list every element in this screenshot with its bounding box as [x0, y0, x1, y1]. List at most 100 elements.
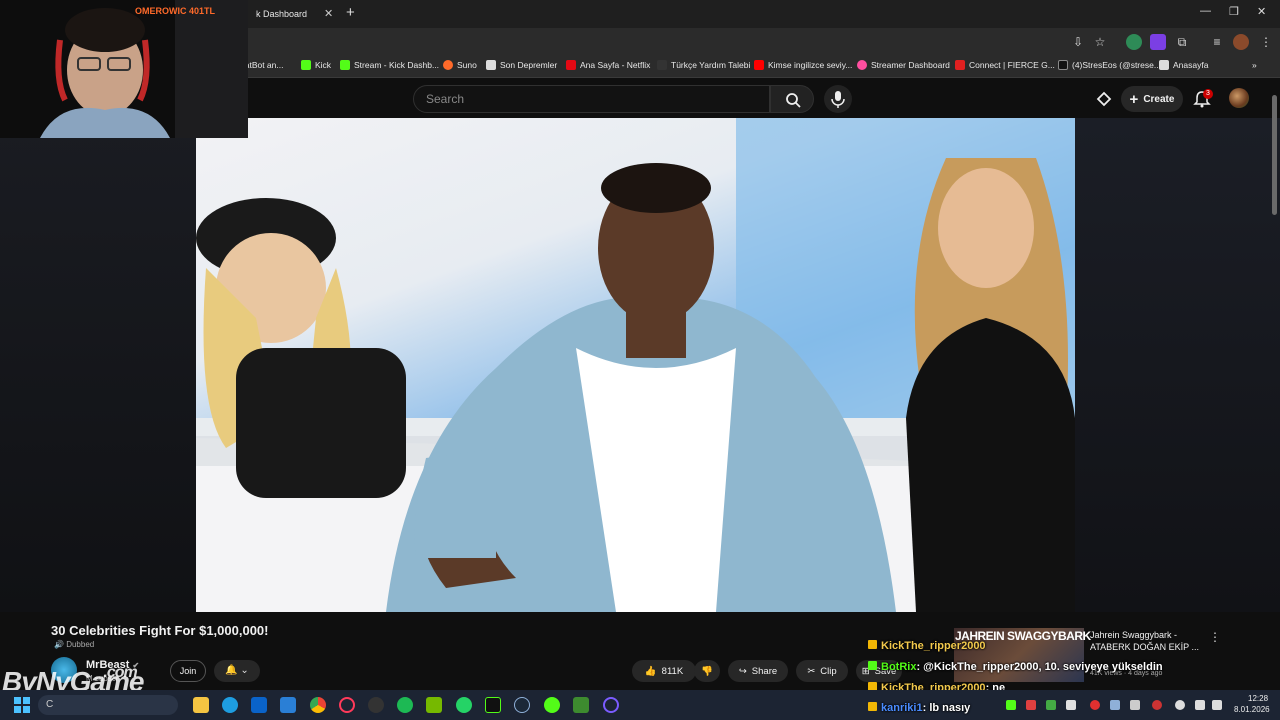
cast-icon[interactable] — [1096, 91, 1112, 112]
chrome-icon[interactable] — [310, 697, 326, 713]
audio-track-icon: 🔊 — [54, 640, 64, 649]
streamlabs-icon[interactable] — [485, 697, 501, 713]
chat-badge-icon — [868, 661, 877, 670]
puzzle-icon[interactable]: ⧉ — [1174, 34, 1190, 50]
tiktok-icon — [1058, 60, 1068, 70]
bookmark-item[interactable]: Kick — [301, 60, 331, 70]
create-button[interactable]: + Create — [1121, 86, 1183, 112]
minecraft-icon[interactable] — [573, 697, 589, 713]
windows-start-icon[interactable] — [14, 697, 30, 713]
bookmark-star-icon[interactable]: ☆ — [1092, 34, 1108, 50]
extension-icon[interactable] — [1126, 34, 1142, 50]
streamer-name-label: OMEROWIC 401TL — [135, 6, 216, 16]
tray-icon[interactable] — [1026, 700, 1036, 710]
share-icon: ↪ — [738, 665, 747, 677]
bookmark-item[interactable]: Streamer Dashboard — [857, 60, 950, 70]
ambient-background-left — [0, 118, 196, 612]
tab-label: k Dashboard — [256, 9, 308, 19]
more-options-icon[interactable]: ⋮ — [1209, 630, 1221, 644]
taskbar-search[interactable]: C — [38, 695, 178, 715]
edge-icon[interactable] — [222, 697, 238, 713]
tray-icon[interactable] — [1110, 700, 1120, 710]
subscription-bell-button[interactable]: 🔔 ⌄ — [214, 660, 260, 682]
share-button[interactable]: ↪ Share — [728, 660, 788, 682]
bookmark-item[interactable]: Connect | FIERCE G... — [955, 60, 1055, 70]
file-explorer-icon[interactable] — [193, 697, 209, 713]
tray-icon[interactable] — [1066, 700, 1076, 710]
page-scrollbar[interactable] — [1272, 95, 1277, 215]
bookmark-item[interactable]: Suno — [443, 60, 477, 70]
like-count: 811K — [661, 665, 684, 677]
bookmark-item[interactable]: Son Depremler — [486, 60, 557, 70]
install-icon[interactable]: ⇩ — [1070, 34, 1086, 50]
extension-icon[interactable] — [1150, 34, 1166, 50]
app-icon[interactable] — [603, 697, 619, 713]
fierce-icon — [955, 60, 965, 70]
bookmark-item[interactable]: Türkçe Yardım Talebi — [657, 60, 750, 70]
page-icon — [657, 60, 667, 70]
spotify-icon[interactable] — [397, 697, 413, 713]
bookmark-item[interactable]: Anasayfa — [1159, 60, 1208, 70]
close-window-icon[interactable]: ✕ — [1257, 5, 1266, 18]
page-icon — [486, 60, 496, 70]
suno-icon — [443, 60, 453, 70]
store-icon[interactable] — [251, 697, 267, 713]
obs-icon[interactable] — [368, 697, 384, 713]
tab-active[interactable]: k Dashboard ✕ — [240, 2, 340, 28]
recommended-title[interactable]: Jahrein Swaggybark - ATABERK DOĞAN EKİP … — [1090, 629, 1210, 653]
maximize-icon[interactable]: ❐ — [1229, 5, 1239, 18]
webcam-overlay — [0, 0, 248, 138]
kick-icon — [301, 60, 311, 70]
search-input[interactable]: Search — [413, 85, 770, 113]
clock-time[interactable]: 12:28 — [1248, 694, 1268, 703]
bookmark-item[interactable]: Stream - Kick Dashb... — [340, 60, 439, 70]
tray-icon[interactable] — [1130, 700, 1140, 710]
search-button[interactable] — [770, 85, 814, 113]
chevron-down-icon: ⌄ — [240, 665, 249, 676]
tab-close-icon[interactable]: ✕ — [324, 2, 333, 26]
home-icon — [1159, 60, 1169, 70]
dislike-button[interactable]: 👎 — [694, 660, 720, 682]
plus-icon: + — [1129, 90, 1139, 108]
profile-avatar[interactable] — [1233, 34, 1249, 50]
account-avatar[interactable] — [1229, 88, 1249, 108]
chat-message: KickThe_ripper2000 — [868, 640, 986, 652]
video-frame-image — [196, 118, 1075, 612]
like-button[interactable]: 👍 811K — [632, 660, 696, 682]
tray-icon[interactable] — [1090, 700, 1100, 710]
kick-app-icon[interactable] — [544, 697, 560, 713]
dashboard-icon — [857, 60, 867, 70]
chat-message: kanriki1: lb nasıy — [868, 702, 970, 714]
menu-icon[interactable]: ⋮ — [1258, 34, 1274, 50]
minimize-icon[interactable]: — — [1200, 5, 1211, 17]
webcam-feed — [0, 0, 248, 138]
volume-icon[interactable] — [1212, 700, 1222, 710]
outlook-icon[interactable] — [280, 697, 296, 713]
tray-icon[interactable] — [1046, 700, 1056, 710]
bookmark-item[interactable]: Kimse ingilizce seviy... — [754, 60, 852, 70]
microphone-icon[interactable] — [1175, 700, 1185, 710]
chat-badge-icon — [868, 640, 877, 649]
voice-search-button[interactable] — [824, 85, 852, 113]
steam-icon[interactable] — [514, 697, 530, 713]
clip-button[interactable]: ✂ Clip — [796, 660, 848, 682]
chat-message: BotRix: @KickThe_ripper2000, 10. seviyey… — [868, 661, 1163, 673]
clock-date[interactable]: 8.01.2026 — [1234, 705, 1270, 714]
video-player[interactable] — [196, 118, 1075, 612]
bookmarks-overflow-icon[interactable]: » — [1252, 60, 1257, 70]
media-icon[interactable]: ≡ — [1209, 34, 1225, 50]
tray-icon[interactable] — [1006, 700, 1016, 710]
mic-icon — [831, 91, 845, 108]
whatsapp-icon[interactable] — [456, 697, 472, 713]
opera-icon[interactable] — [339, 697, 355, 713]
netflix-icon — [566, 60, 576, 70]
network-icon[interactable] — [1195, 700, 1205, 710]
nvidia-icon[interactable] — [426, 697, 442, 713]
new-tab-button[interactable]: + — [346, 4, 355, 21]
bookmark-item[interactable]: (4)StresEos (@strese... — [1058, 60, 1161, 70]
dubbed-badge: 🔊 Dubbed — [54, 640, 95, 649]
tray-icon[interactable] — [1152, 700, 1162, 710]
bookmark-item[interactable]: Ana Sayfa - Netflix — [566, 60, 650, 70]
chat-badge-icon — [868, 702, 877, 711]
thumbs-down-icon: 👎 — [701, 665, 713, 677]
